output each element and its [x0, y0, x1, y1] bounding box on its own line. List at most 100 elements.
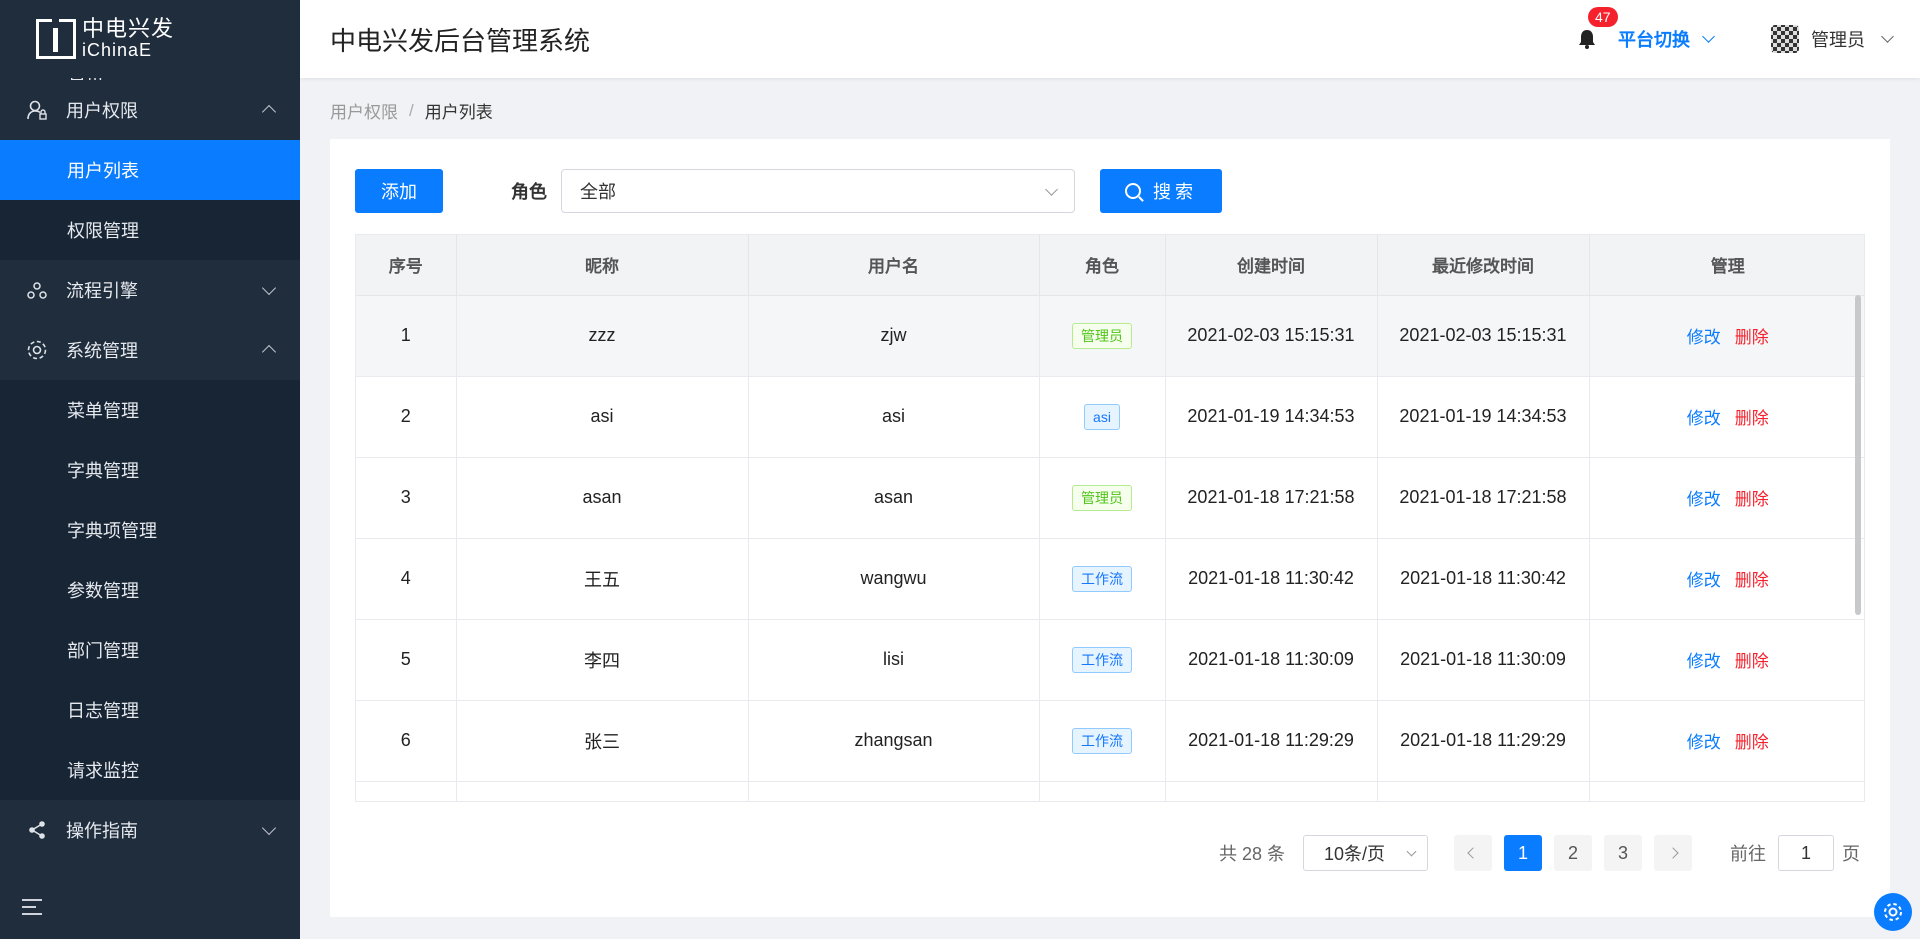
sidebar-group-guide[interactable]: 操作指南 [0, 800, 300, 860]
sidebar-group-label: 操作指南 [66, 821, 138, 841]
page-button[interactable]: 2 [1554, 835, 1592, 871]
page-button[interactable]: 1 [1504, 835, 1542, 871]
sidebar-item-dictionary-management[interactable]: 字典管理 [0, 440, 300, 500]
edit-link[interactable]: 修改 [1687, 328, 1721, 347]
delete-link[interactable]: 删除 [1735, 409, 1769, 428]
delete-link[interactable]: 删除 [1735, 490, 1769, 509]
notification-badge: 47 [1588, 7, 1618, 27]
cell-nickname: 张三 [456, 700, 749, 782]
search-button[interactable]: 搜索 [1100, 169, 1222, 213]
submenu-user-permissions: 用户列表 权限管理 [0, 140, 300, 260]
role-select[interactable]: 全部 [561, 169, 1075, 213]
cell-no: 4 [356, 538, 457, 620]
add-button[interactable]: 添加 [355, 169, 443, 213]
sidebar-item-log-management[interactable]: 日志管理 [0, 680, 300, 740]
prev-page-button[interactable] [1454, 835, 1492, 871]
edit-link[interactable]: 修改 [1687, 652, 1721, 671]
cell-modified: 2021-01-18 11:30:42 [1377, 538, 1590, 620]
edit-link[interactable]: 修改 [1687, 571, 1721, 590]
cell-modified: 2021-01-18 11:29:29 [1377, 700, 1590, 782]
pagination: 共 28 条 10条/页 1 2 3 前往 1 页 [1219, 835, 1860, 871]
sidebar-item-dictionary-item-management[interactable]: 字典项管理 [0, 500, 300, 560]
sidebar-item-department-management[interactable]: 部门管理 [0, 620, 300, 680]
table-row: 4 王五 wangwu 工作流 2021-01-18 11:30:42 2021… [356, 538, 1864, 620]
column-header: 角色 [1039, 235, 1166, 296]
column-header: 创建时间 [1165, 235, 1378, 296]
delete-link[interactable]: 删除 [1735, 652, 1769, 671]
submenu-system-management: 菜单管理 字典管理 字典项管理 参数管理 部门管理 日志管理 请求监控 [0, 380, 300, 800]
sidebar-group-system-management[interactable]: 系统管理 [0, 320, 300, 380]
search-icon [1125, 183, 1141, 199]
goto-suffix: 页 [1842, 844, 1860, 864]
app-title: 中电兴发后台管理系统 [330, 25, 591, 56]
cell-no: 5 [356, 619, 457, 701]
cell-username: lisi [748, 619, 1040, 701]
gear-icon [1884, 903, 1902, 921]
cell-modified: 2021-02-03 15:15:31 [1377, 295, 1590, 377]
menu-collapse-icon[interactable] [22, 899, 42, 919]
logo-text-en: iChinaE [82, 40, 153, 61]
table-scrollbar[interactable] [1855, 295, 1861, 615]
role-tag: 工作流 [1072, 646, 1132, 673]
cell-modified: 2021-01-18 17:21:58 [1377, 457, 1590, 539]
delete-link[interactable]: 删除 [1735, 328, 1769, 347]
chevron-down-icon [261, 280, 277, 296]
chevron-down-icon [1702, 30, 1715, 43]
cell-username: asi [748, 376, 1040, 458]
sidebar-item-permission-management[interactable]: 权限管理 [0, 200, 300, 260]
platform-switch-dropdown[interactable]: 平台切换 [1618, 26, 1715, 52]
page-size-select[interactable]: 10条/页 [1303, 835, 1428, 871]
notification-bell-icon[interactable]: 47 [1578, 7, 1618, 49]
sidebar-item-user-list[interactable]: 用户列表 [0, 140, 300, 200]
goto-page: 前往 1 页 [1730, 835, 1860, 871]
page-button[interactable]: 3 [1604, 835, 1642, 871]
role-filter-label: 角色 [511, 182, 547, 202]
column-header: 最近修改时间 [1377, 235, 1590, 296]
sidebar-group-label: 系统管理 [66, 341, 138, 361]
sidebar-item-request-monitor[interactable]: 请求监控 [0, 740, 300, 800]
gear-icon [26, 339, 48, 361]
role-select-value: 全部 [580, 182, 616, 202]
delete-link[interactable]: 删除 [1735, 733, 1769, 752]
cell-nickname: 王五 [456, 538, 749, 620]
cell-no: 3 [356, 457, 457, 539]
role-tag: 管理员 [1072, 322, 1132, 349]
chevron-down-icon [1406, 846, 1417, 857]
delete-link[interactable]: 删除 [1735, 571, 1769, 590]
role-tag: 工作流 [1072, 565, 1132, 592]
chevron-up-icon [261, 104, 277, 120]
cell-modified: 2021-01-19 14:34:53 [1377, 376, 1590, 458]
cell-created: 2021-01-18 11:29:29 [1165, 700, 1378, 782]
chevron-down-icon [261, 820, 277, 836]
column-header: 管理 [1589, 235, 1864, 296]
column-header: 序号 [356, 235, 457, 296]
cell-no: 6 [356, 700, 457, 782]
settings-float-button[interactable] [1874, 893, 1912, 931]
sidebar-item-menu-management[interactable]: 菜单管理 [0, 380, 300, 440]
share-icon [26, 819, 48, 841]
chevron-down-icon[interactable] [1881, 30, 1894, 43]
column-header: 用户名 [748, 235, 1040, 296]
cell-no: 2 [356, 376, 457, 458]
breadcrumb-parent[interactable]: 用户权限 [330, 98, 398, 123]
user-name[interactable]: 管理员 [1811, 26, 1865, 52]
chevron-left-icon [1467, 847, 1479, 859]
cell-created: 2021-01-18 17:21:58 [1165, 457, 1378, 539]
table-row: 3 asan asan 管理员 2021-01-18 17:21:58 2021… [356, 457, 1864, 539]
cell-created: 2021-02-03 15:15:31 [1165, 295, 1378, 377]
avatar[interactable] [1771, 25, 1799, 53]
sidebar-group-flow-engine[interactable]: 流程引擎 [0, 260, 300, 320]
next-page-button[interactable] [1654, 835, 1692, 871]
cell-created: 2021-01-18 11:30:09 [1165, 619, 1378, 701]
top-header: 中电兴发后台管理系统 47 平台切换 管理员 [300, 0, 1920, 78]
user-lock-icon [26, 99, 48, 121]
sidebar-group-user-permissions[interactable]: 用户权限 [0, 80, 300, 140]
goto-page-input[interactable]: 1 [1778, 835, 1834, 871]
table-row: 5 李四 lisi 工作流 2021-01-18 11:30:09 2021-0… [356, 619, 1864, 701]
edit-link[interactable]: 修改 [1687, 490, 1721, 509]
sidebar-item-parameter-management[interactable]: 参数管理 [0, 560, 300, 620]
edit-link[interactable]: 修改 [1687, 409, 1721, 428]
edit-link[interactable]: 修改 [1687, 733, 1721, 752]
pagination-total: 共 28 条 [1218, 844, 1285, 864]
cell-no: 1 [356, 295, 457, 377]
